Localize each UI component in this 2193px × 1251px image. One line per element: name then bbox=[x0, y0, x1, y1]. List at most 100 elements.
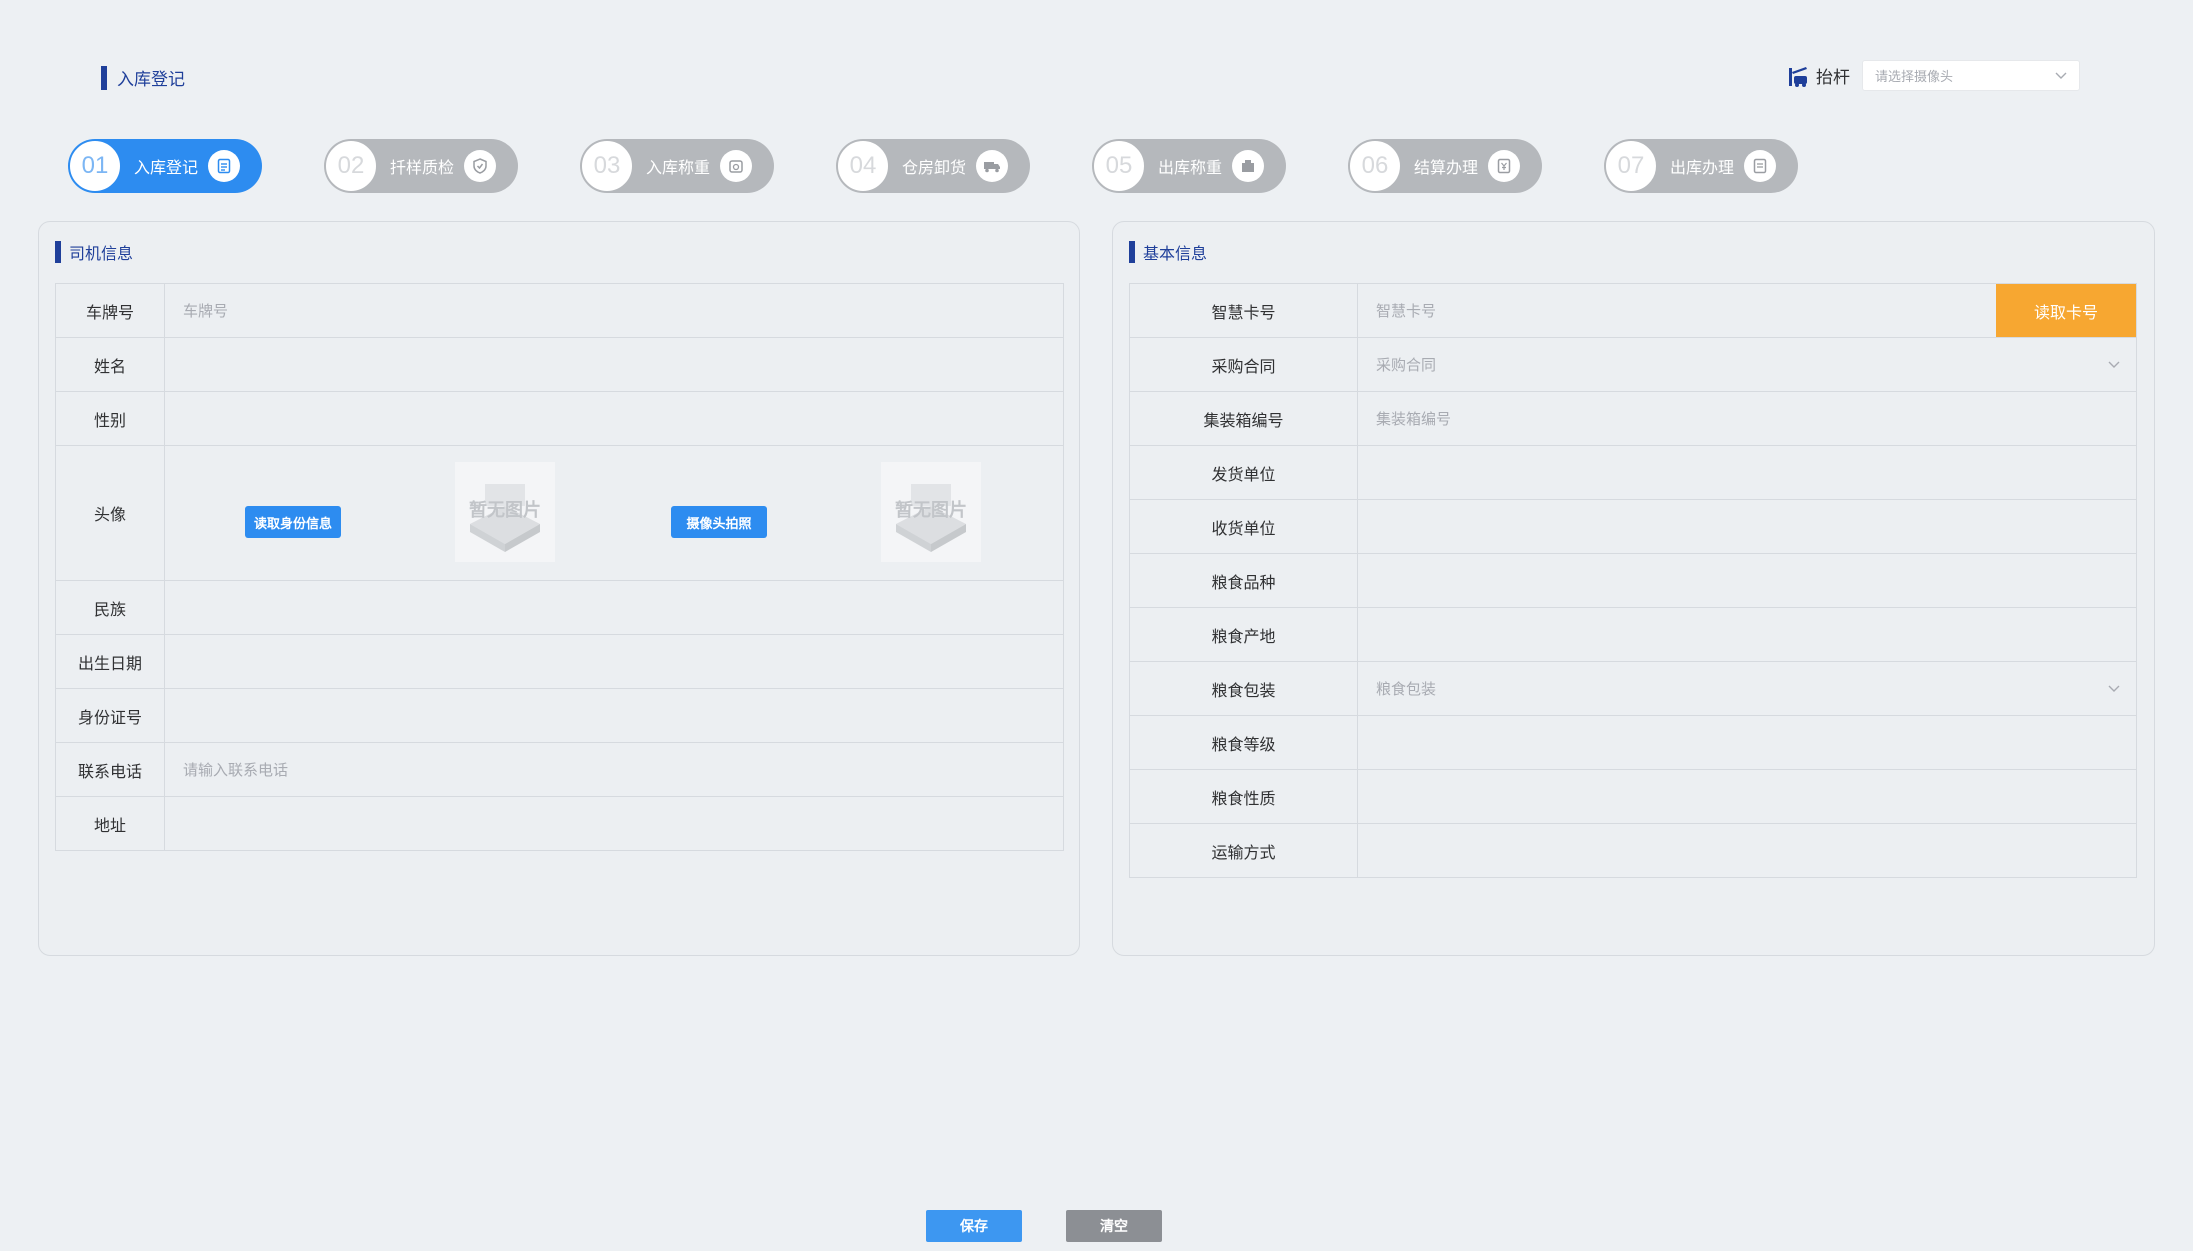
table-row: 收货单位 bbox=[1129, 499, 2137, 554]
driver-info-title: 司机信息 bbox=[69, 246, 134, 263]
table-row: 出生日期 bbox=[55, 634, 1064, 689]
no-image-icon: 暂无图片 bbox=[895, 484, 967, 552]
table-row: 粮食等级 bbox=[1129, 715, 2137, 770]
table-row: 民族 bbox=[55, 580, 1064, 635]
contract-select[interactable]: 采购合同 bbox=[1357, 337, 2137, 392]
scale-out-icon bbox=[1232, 150, 1265, 182]
address-field[interactable] bbox=[164, 796, 1064, 851]
name-label: 姓名 bbox=[55, 337, 165, 392]
phone-input[interactable]: 请输入联系电话 bbox=[164, 742, 1064, 797]
contract-placeholder: 采购合同 bbox=[1376, 357, 1437, 374]
step-label: 结算办理 bbox=[1414, 160, 1479, 177]
grade-field[interactable] bbox=[1357, 715, 2137, 770]
table-row: 车牌号 车牌号 bbox=[55, 283, 1064, 338]
step-03[interactable]: 03 入库称重 bbox=[580, 139, 774, 193]
step-06[interactable]: 06 结算办理 bbox=[1348, 139, 1542, 193]
step-label: 扦样质检 bbox=[390, 160, 455, 177]
step-04[interactable]: 04 仓房卸货 bbox=[836, 139, 1030, 193]
origin-label: 粮食产地 bbox=[1129, 607, 1358, 662]
table-row: 粮食性质 bbox=[1129, 769, 2137, 824]
container-input[interactable]: 集装箱编号 bbox=[1357, 391, 2137, 446]
nature-label: 粮食性质 bbox=[1129, 769, 1358, 824]
avatar-label: 头像 bbox=[55, 445, 165, 581]
id-photo-placeholder: 暂无图片 bbox=[455, 462, 555, 562]
step-label: 出库办理 bbox=[1670, 160, 1735, 177]
table-row: 运输方式 bbox=[1129, 823, 2137, 878]
table-row: 发货单位 bbox=[1129, 445, 2137, 500]
ethnicity-field[interactable] bbox=[164, 580, 1064, 635]
name-field[interactable] bbox=[164, 337, 1064, 392]
nature-field[interactable] bbox=[1357, 769, 2137, 824]
plate-label: 车牌号 bbox=[55, 283, 165, 338]
basic-form-table: 智慧卡号 智慧卡号 读取卡号 采购合同 采购合同 集装箱编号 集装箱编号 发货单… bbox=[1129, 283, 2137, 878]
package-select[interactable]: 粮食包装 bbox=[1357, 661, 2137, 716]
table-row: 粮食品种 bbox=[1129, 553, 2137, 608]
grade-label: 粮食等级 bbox=[1129, 715, 1358, 770]
page-title-text: 入库登记 bbox=[117, 70, 185, 89]
barrier-icon bbox=[1789, 66, 1807, 87]
clear-button[interactable]: 清空 bbox=[1066, 1210, 1162, 1242]
scale-icon bbox=[720, 150, 753, 182]
origin-field[interactable] bbox=[1357, 607, 2137, 662]
receiver-label: 收货单位 bbox=[1129, 499, 1358, 554]
chevron-down-icon bbox=[2108, 680, 2120, 697]
table-row: 集装箱编号 集装箱编号 bbox=[1129, 391, 2137, 446]
sender-field[interactable] bbox=[1357, 445, 2137, 500]
step-label: 入库登记 bbox=[134, 160, 199, 177]
birth-date-label: 出生日期 bbox=[55, 634, 165, 689]
step-01[interactable]: 01 入库登记 bbox=[68, 139, 262, 193]
step-07[interactable]: 07 出库办理 bbox=[1604, 139, 1798, 193]
table-row: 身份证号 bbox=[55, 688, 1064, 743]
table-row: 联系电话 请输入联系电话 bbox=[55, 742, 1064, 797]
gender-field[interactable] bbox=[164, 391, 1064, 446]
title-bar bbox=[55, 241, 61, 263]
phone-label: 联系电话 bbox=[55, 742, 165, 797]
plate-input[interactable]: 车牌号 bbox=[164, 283, 1064, 338]
read-id-button[interactable]: 读取身份信息 bbox=[245, 506, 341, 538]
step-number: 07 bbox=[1606, 141, 1656, 191]
step-number: 02 bbox=[326, 141, 376, 191]
transport-label: 运输方式 bbox=[1129, 823, 1358, 878]
shield-check-icon bbox=[464, 150, 497, 182]
container-label: 集装箱编号 bbox=[1129, 391, 1358, 446]
id-number-field[interactable] bbox=[164, 688, 1064, 743]
table-row: 粮食产地 bbox=[1129, 607, 2137, 662]
card-cell: 智慧卡号 读取卡号 bbox=[1357, 283, 2137, 338]
step-number: 06 bbox=[1350, 141, 1400, 191]
camera-capture-button[interactable]: 摄像头拍照 bbox=[671, 506, 767, 538]
contract-label: 采购合同 bbox=[1129, 337, 1358, 392]
title-bar bbox=[101, 65, 107, 90]
ethnicity-label: 民族 bbox=[55, 580, 165, 635]
table-row: 地址 bbox=[55, 796, 1064, 851]
variety-label: 粮食品种 bbox=[1129, 553, 1358, 608]
no-image-icon: 暂无图片 bbox=[469, 484, 541, 552]
card-input[interactable]: 智慧卡号 bbox=[1376, 300, 1436, 321]
gender-label: 性别 bbox=[55, 391, 165, 446]
step-label: 仓房卸货 bbox=[902, 160, 967, 177]
camera-select[interactable]: 请选择摄像头 bbox=[1862, 60, 2080, 91]
step-number: 01 bbox=[70, 141, 120, 191]
camera-area: 抬杆 请选择摄像头 bbox=[1786, 60, 2080, 91]
step-02[interactable]: 02 扦样质检 bbox=[324, 139, 518, 193]
panel-title: 基本信息 bbox=[1129, 240, 1207, 264]
step-number: 03 bbox=[582, 141, 632, 191]
page: 入库登记 抬杆 请选择摄像头 01 入库登记 02 扦样质检 03 入库称重 0… bbox=[0, 0, 2193, 1251]
barrier-button[interactable]: 抬杆 bbox=[1786, 63, 1850, 88]
transport-field[interactable] bbox=[1357, 823, 2137, 878]
step-05[interactable]: 05 出库称重 bbox=[1092, 139, 1286, 193]
address-label: 地址 bbox=[55, 796, 165, 851]
receiver-field[interactable] bbox=[1357, 499, 2137, 554]
birth-date-field[interactable] bbox=[164, 634, 1064, 689]
read-card-button[interactable]: 读取卡号 bbox=[1996, 284, 2136, 337]
steps-bar: 01 入库登记 02 扦样质检 03 入库称重 04 仓房卸货 05 出库称重 … bbox=[68, 137, 1808, 197]
id-number-label: 身份证号 bbox=[55, 688, 165, 743]
table-row: 采购合同 采购合同 bbox=[1129, 337, 2137, 392]
driver-info-panel: 司机信息 车牌号 车牌号 姓名 性别 头像 读取身份信息 暂无图片 摄像头拍照 … bbox=[38, 221, 1080, 956]
no-image-text: 暂无图片 bbox=[895, 499, 967, 521]
card-label: 智慧卡号 bbox=[1129, 283, 1358, 338]
save-button[interactable]: 保存 bbox=[926, 1210, 1022, 1242]
package-placeholder: 粮食包装 bbox=[1376, 681, 1437, 698]
variety-field[interactable] bbox=[1357, 553, 2137, 608]
camera-select-placeholder: 请选择摄像头 bbox=[1875, 69, 1954, 84]
clipboard-icon bbox=[208, 150, 241, 182]
